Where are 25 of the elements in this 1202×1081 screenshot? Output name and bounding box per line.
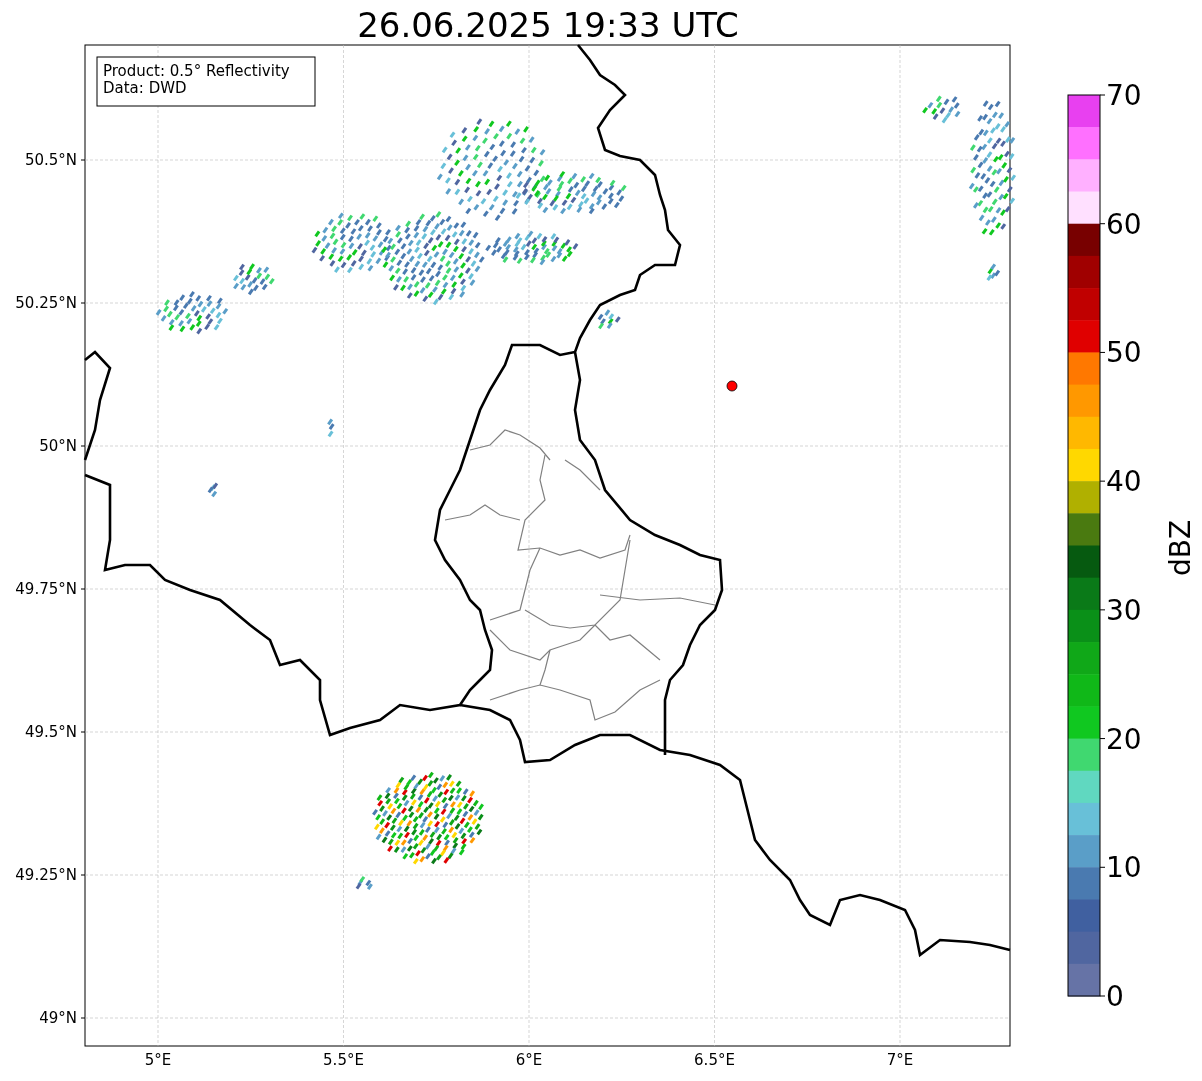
longitude-label: 6.5°E — [694, 1051, 735, 1069]
longitude-label: 7°E — [886, 1051, 914, 1069]
latitude-label: 49°N — [39, 1009, 77, 1027]
latitude-label: 49.5°N — [24, 723, 77, 741]
longitude-label: 6°E — [515, 1051, 543, 1069]
colorbar-tick-label: 30 — [1106, 593, 1142, 627]
chart-title: 26.06.2025 19:33 UTC — [357, 5, 739, 45]
radar-site-marker — [726, 380, 738, 392]
latitude-label: 49.75°N — [15, 580, 77, 598]
latitude-label: 50°N — [39, 437, 77, 455]
colorbar-tick-label: 10 — [1106, 851, 1142, 885]
longitude-label: 5°E — [144, 1051, 172, 1069]
longitude-label: 5.5°E — [323, 1051, 364, 1069]
colorbar-tick-label: 70 — [1106, 79, 1142, 112]
colorbar-tick-label: 40 — [1106, 465, 1142, 499]
legend-text: Product: 0.5° Reflectivity — [103, 62, 290, 80]
legend-text: Data: DWD — [103, 79, 187, 97]
colorbar-tick-label: 50 — [1106, 336, 1142, 370]
colorbar-label: dBZ — [1164, 519, 1197, 577]
colorbar-tick-label: 20 — [1106, 722, 1142, 756]
colorbar-tick-label: 0 — [1106, 980, 1124, 1013]
latitude-label: 50.5°N — [24, 151, 77, 169]
latitude-label: 50.25°N — [15, 294, 77, 312]
colorbar-tick-label: 60 — [1106, 207, 1142, 241]
latitude-label: 49.25°N — [15, 866, 77, 884]
